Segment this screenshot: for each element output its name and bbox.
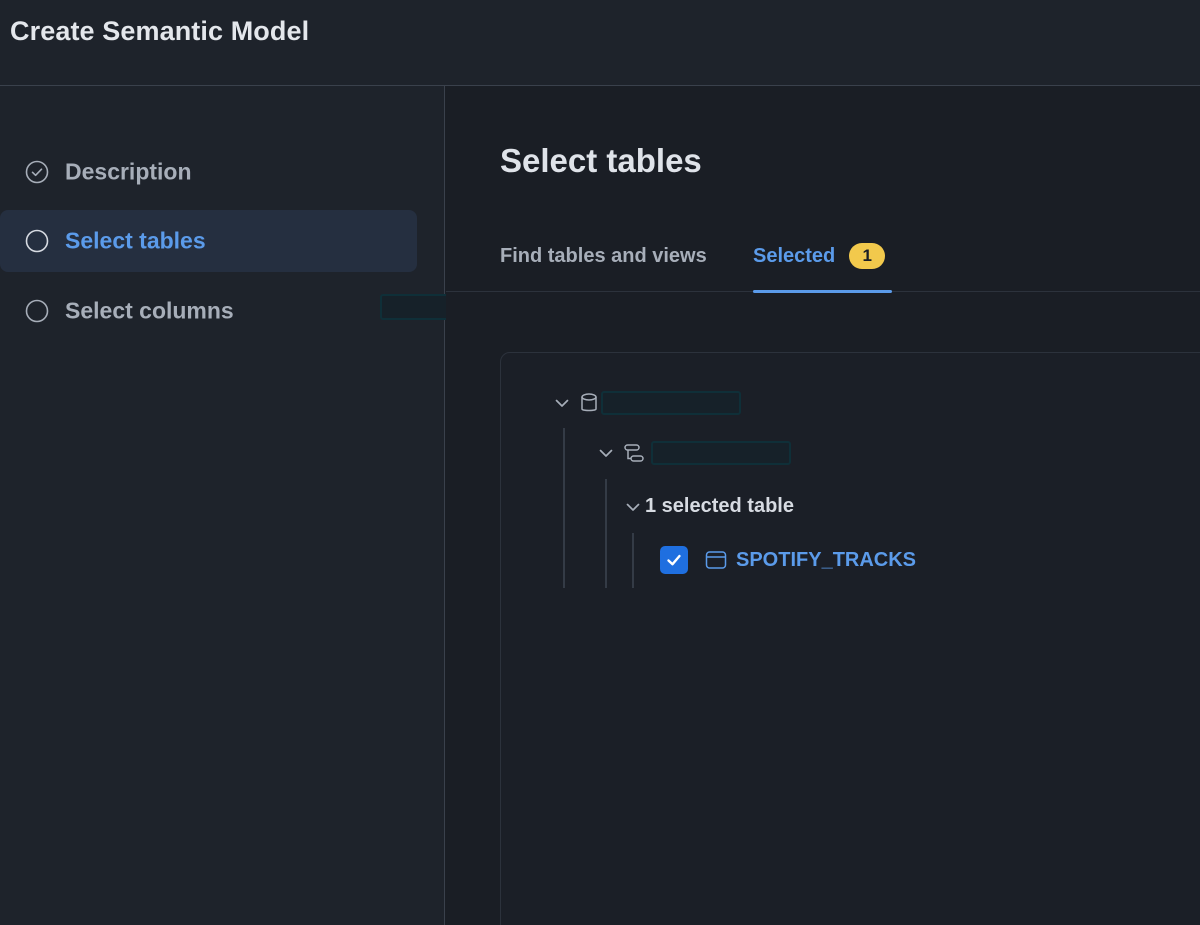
step-select-tables[interactable]: Select tables: [0, 210, 417, 272]
step-label: Description: [65, 158, 192, 185]
tree-database-row[interactable]: [553, 391, 741, 415]
chevron-down-icon[interactable]: [624, 498, 642, 516]
circle-icon: [25, 229, 49, 253]
section-title: Select tables: [500, 142, 702, 179]
tab-bar: Find tables and views Selected 1: [446, 234, 1200, 293]
tree-guide-line: [563, 428, 565, 588]
step-label: Select columns: [65, 297, 234, 324]
tab-label: Selected: [753, 244, 836, 267]
tree-guide-line: [632, 533, 634, 588]
tree-guide-line: [605, 479, 607, 588]
chevron-down-icon[interactable]: [597, 444, 615, 462]
header: Create Semantic Model: [0, 0, 1200, 86]
count-badge: 1: [849, 243, 886, 269]
tab-find-tables[interactable]: Find tables and views: [500, 234, 707, 292]
chevron-down-icon[interactable]: [553, 394, 571, 412]
sidebar-stepper: Description Select tables Select columns: [0, 86, 445, 925]
tab-label: Find tables and views: [500, 244, 707, 267]
redacted-database-name: [601, 391, 741, 415]
circle-icon: [25, 299, 49, 323]
step-label: Select tables: [65, 227, 206, 254]
checkmark-icon: [667, 554, 681, 566]
main-content: Select tables Find tables and views Sele…: [446, 86, 1200, 925]
tree-schema-row[interactable]: [597, 441, 791, 465]
redacted-schema-name: [651, 441, 791, 465]
table-icon: [705, 551, 727, 569]
tab-selected[interactable]: Selected 1: [753, 234, 892, 293]
app-window: Create Semantic Model Description Select…: [0, 0, 1200, 925]
step-select-columns[interactable]: Select columns: [0, 280, 417, 342]
schema-icon: [624, 444, 644, 462]
step-description[interactable]: Description: [0, 141, 417, 203]
table-checkbox[interactable]: [660, 546, 688, 574]
group-label: 1 selected table: [645, 495, 794, 517]
database-icon: [581, 393, 597, 412]
table-name-link[interactable]: SPOTIFY_TRACKS: [736, 549, 916, 572]
page-title: Create Semantic Model: [10, 16, 310, 46]
tree-table-row[interactable]: SPOTIFY_TRACKS: [660, 546, 916, 574]
selected-tree-panel: 1 selected table SPOTIFY_TRACKS: [500, 352, 1200, 925]
check-circle-icon: [25, 160, 49, 184]
tree-group-row[interactable]: 1 selected table: [624, 495, 794, 518]
